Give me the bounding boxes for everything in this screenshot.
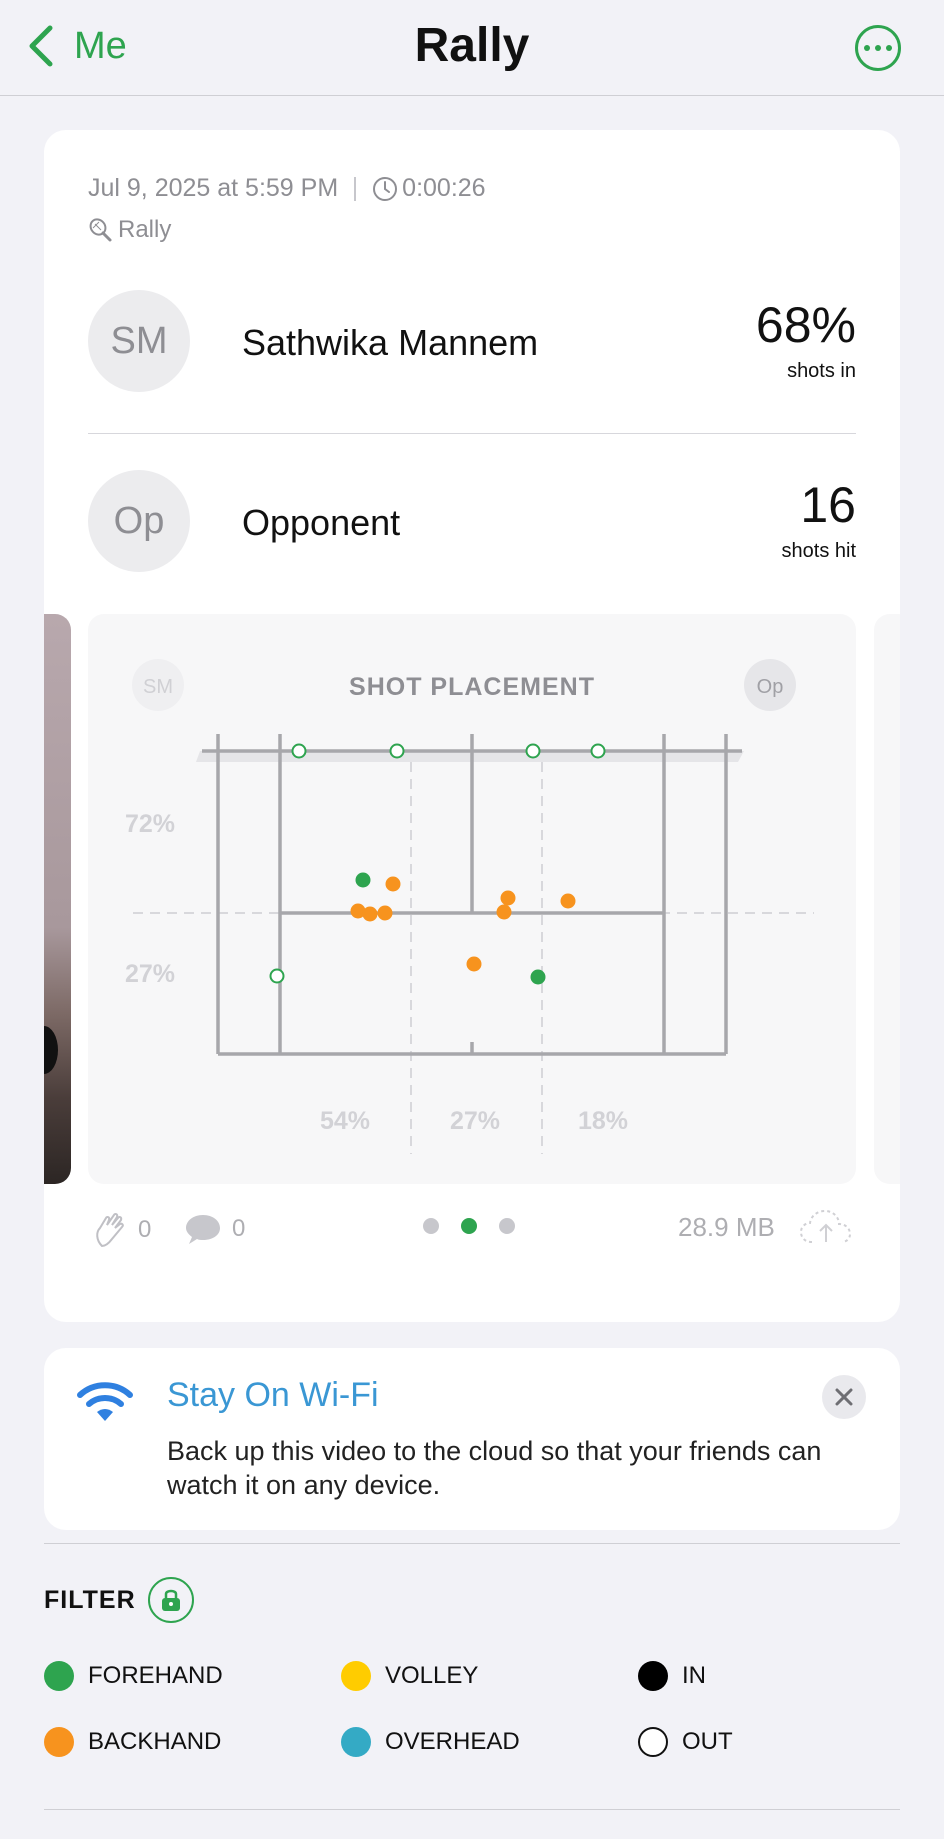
video-size: 28.9 MB <box>678 1212 775 1242</box>
player-row-self[interactable]: SM Sathwika Mannem 68% shots in <box>88 290 856 400</box>
self-badge-label: SM <box>143 676 173 698</box>
player-stat: 16 shots hit <box>782 478 856 563</box>
page-dot-active[interactable] <box>461 1218 477 1234</box>
video-thumbnail-slide[interactable] <box>44 614 71 1184</box>
shot-marker-backhand <box>466 956 482 972</box>
stat-label: shots hit <box>781 540 856 562</box>
stat-label: shots in <box>787 360 856 382</box>
filter-label: BACKHAND <box>88 1728 222 1755</box>
shot-marker-backhand <box>496 904 512 920</box>
wifi-icon <box>77 1382 133 1421</box>
player-name: Opponent <box>242 502 401 543</box>
rally-card: Jul 9, 2025 at 5:59 PM 0:00:26 Rally SM … <box>44 130 900 1322</box>
forehand-swatch <box>44 1661 74 1691</box>
page-title: Rally <box>414 19 530 72</box>
banner-body: Back up this video to the cloud so that … <box>167 1436 822 1500</box>
card-footer: 0 0 28.9 MB <box>88 1206 856 1256</box>
session-duration: 0:00:26 <box>402 174 486 202</box>
more-options-button[interactable] <box>855 25 901 71</box>
page-dot[interactable] <box>499 1218 515 1234</box>
row-pct: 27% <box>125 960 175 988</box>
shot-marker-out <box>525 743 541 759</box>
page-indicator <box>423 1218 515 1234</box>
comments-button[interactable]: 0 <box>184 1212 245 1246</box>
avatar: SM <box>88 290 190 392</box>
lock-icon <box>162 1589 180 1611</box>
court-lines <box>202 734 742 1056</box>
shot-marker-out <box>389 743 405 759</box>
comment-bubble-icon <box>186 1215 220 1244</box>
shot-marker-backhand <box>500 890 516 906</box>
ellipsis-icon <box>864 45 870 51</box>
filter-volley[interactable]: VOLLEY <box>341 1661 478 1691</box>
filter-out[interactable]: OUT <box>638 1727 733 1757</box>
filter-label: VOLLEY <box>385 1662 479 1689</box>
next-slide-peek[interactable] <box>874 614 900 1184</box>
activity-type: Rally <box>88 216 171 244</box>
session-meta: Jul 9, 2025 at 5:59 PM 0:00:26 <box>88 174 486 203</box>
section-divider <box>44 1543 900 1544</box>
filter-lock-button[interactable] <box>148 1577 194 1623</box>
column-pct: 18% <box>578 1107 628 1135</box>
filter-backhand[interactable]: BACKHAND <box>44 1727 221 1757</box>
close-icon <box>835 1388 853 1406</box>
likes-count: 0 <box>138 1216 152 1243</box>
chart-title: SHOT PLACEMENT <box>349 673 595 701</box>
activity-label: Rally <box>118 216 172 243</box>
row-pct: 72% <box>125 810 175 838</box>
page-dot[interactable] <box>423 1218 439 1234</box>
stat-value: 68% <box>755 297 856 353</box>
overhead-swatch <box>341 1727 371 1757</box>
meta-divider <box>354 176 357 201</box>
dismiss-banner-button[interactable] <box>822 1375 866 1419</box>
clap-icon <box>96 1212 124 1248</box>
forehand-shots <box>355 872 546 985</box>
column-pct: 54% <box>320 1107 370 1135</box>
filter-in[interactable]: IN <box>638 1661 706 1691</box>
out-shots <box>269 743 606 984</box>
shot-marker-backhand <box>377 905 393 921</box>
shot-marker-forehand <box>530 969 546 985</box>
opponent-badge-label: Op <box>757 676 784 698</box>
backhand-swatch <box>44 1727 74 1757</box>
filter-label: FOREHAND <box>88 1662 223 1689</box>
comments-count: 0 <box>232 1215 246 1242</box>
player-divider <box>88 433 856 434</box>
shot-marker-backhand <box>560 893 576 909</box>
volley-swatch <box>341 1661 371 1691</box>
shot-marker-backhand <box>362 906 378 922</box>
shot-marker-forehand <box>355 872 371 888</box>
player-stat: 68% shots in <box>756 298 856 383</box>
player-name: Sathwika Mannem <box>242 322 539 363</box>
likes-button[interactable]: 0 <box>94 1212 151 1248</box>
filter-forehand[interactable]: FOREHAND <box>44 1661 223 1691</box>
racket-icon <box>89 218 112 242</box>
filter-label: OUT <box>682 1728 733 1755</box>
filter-label: OVERHEAD <box>385 1728 520 1755</box>
shot-placement-panel[interactable]: SM Op SHOT PLACEMENT 72% 27% 54% 27% 18% <box>88 614 856 1184</box>
in-swatch <box>638 1661 668 1691</box>
avatar: Op <box>88 470 190 572</box>
out-swatch <box>638 1727 668 1757</box>
stat-value: 16 <box>800 477 856 533</box>
shot-marker-out <box>590 743 606 759</box>
clock-icon <box>373 176 398 201</box>
nav-bar: Me Rally <box>0 0 944 96</box>
filter-heading: FILTER <box>44 1586 136 1614</box>
player-row-opponent[interactable]: Op Opponent 16 shots hit <box>88 470 856 580</box>
shot-placement-chart: SM Op SHOT PLACEMENT 72% 27% 54% 27% 18% <box>125 659 814 1154</box>
filter-label: IN <box>682 1662 706 1689</box>
section-divider <box>44 1809 900 1810</box>
filter-overhead[interactable]: OVERHEAD <box>341 1727 520 1757</box>
shot-marker-out <box>269 968 285 984</box>
shot-marker-out <box>291 743 307 759</box>
banner-title: Stay On Wi-Fi <box>167 1376 379 1414</box>
cloud-upload-icon[interactable] <box>798 1206 854 1246</box>
shot-marker-backhand <box>385 876 401 892</box>
wifi-banner: Stay On Wi-Fi Back up this video to the … <box>44 1348 900 1530</box>
session-datetime: Jul 9, 2025 at 5:59 PM <box>88 174 339 202</box>
column-pct: 27% <box>450 1107 500 1135</box>
